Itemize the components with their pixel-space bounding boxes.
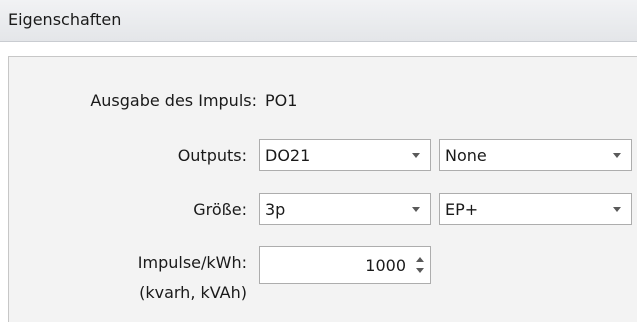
properties-header: Eigenschaften xyxy=(0,0,637,42)
impulse-sublabel: (kvarh, kVAh) xyxy=(139,283,247,302)
groesse-select-secondary[interactable]: EP+ xyxy=(439,193,632,225)
groesse-label: Größe: xyxy=(193,200,247,219)
groesse-select-primary-value: 3p xyxy=(265,200,286,219)
properties-window: Eigenschaften Ausgabe des Impuls: PO1 Ou… xyxy=(0,0,637,322)
properties-panel: Ausgabe des Impuls: PO1 Outputs: DO21 No… xyxy=(8,56,637,322)
spin-up-icon[interactable] xyxy=(416,257,424,262)
ausgabe-label: Ausgabe des Impuls: xyxy=(90,91,257,110)
impulse-spinbox[interactable]: 1000 xyxy=(259,246,431,284)
groesse-select-primary[interactable]: 3p xyxy=(259,193,431,225)
chevron-down-icon xyxy=(613,207,621,212)
spin-down-icon[interactable] xyxy=(416,268,424,273)
header-title: Eigenschaften xyxy=(8,10,122,29)
impulse-label: Impulse/kWh: xyxy=(137,253,247,272)
outputs-select-secondary-value: None xyxy=(445,146,487,165)
impulse-value[interactable]: 1000 xyxy=(365,256,406,275)
groesse-select-secondary-value: EP+ xyxy=(445,200,479,219)
outputs-select-primary-value: DO21 xyxy=(265,146,311,165)
outputs-select-primary[interactable]: DO21 xyxy=(259,139,431,171)
chevron-down-icon xyxy=(412,153,420,158)
outputs-label: Outputs: xyxy=(177,146,247,165)
chevron-down-icon xyxy=(412,207,420,212)
chevron-down-icon xyxy=(613,153,621,158)
outputs-select-secondary[interactable]: None xyxy=(439,139,632,171)
ausgabe-value: PO1 xyxy=(265,91,298,110)
